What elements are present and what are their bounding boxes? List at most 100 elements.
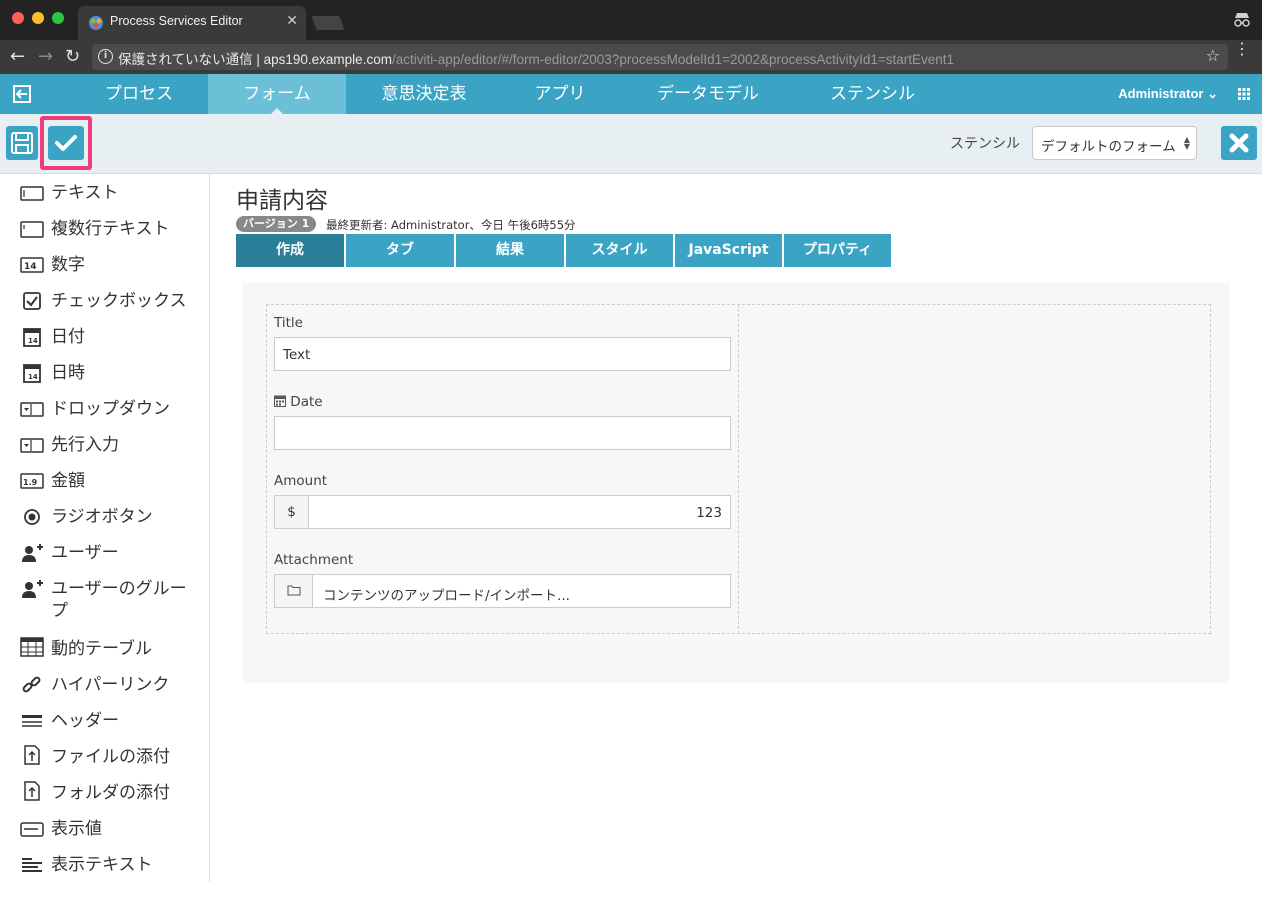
save-and-close-highlight bbox=[40, 116, 92, 170]
palette-item-dynamic-table[interactable]: 動的テーブル bbox=[0, 636, 208, 662]
url-input[interactable]: i 保護されていない通信 | aps190.example.com/activi… bbox=[92, 44, 1228, 70]
amount-value: 123 bbox=[696, 505, 722, 521]
palette-item-user[interactable]: ユーザー bbox=[0, 540, 208, 566]
palette-item-amount[interactable]: 1.9 金額 bbox=[0, 468, 208, 494]
svg-text:14: 14 bbox=[28, 337, 38, 345]
field-palette: テキスト 複数行テキスト 14 数字 チェックボックス 14 日付 14 日時 … bbox=[0, 174, 210, 882]
save-and-close-button[interactable] bbox=[48, 126, 84, 160]
app-nav: プロセス フォーム 意思決定表 アプリ データモデル ステンシル Adminis… bbox=[0, 74, 1262, 115]
amount-field[interactable]: $ 123 bbox=[274, 495, 731, 529]
close-editor-button[interactable] bbox=[1221, 126, 1257, 160]
palette-item-label: 動的テーブル bbox=[51, 639, 152, 659]
last-updated-text: 最終更新者: Administrator、今日 午後6時55分 bbox=[326, 218, 576, 232]
forward-arrow-icon[interactable]: → bbox=[38, 46, 53, 68]
palette-item-group[interactable]: ユーザーのグループ bbox=[0, 576, 208, 622]
nav-data-model[interactable]: データモデル bbox=[640, 74, 776, 114]
date-field[interactable] bbox=[274, 416, 731, 450]
text-field-icon bbox=[20, 186, 44, 201]
palette-item-file-attach[interactable]: ファイルの添付 bbox=[0, 744, 208, 770]
palette-item-dropdown[interactable]: ドロップダウン bbox=[0, 396, 208, 422]
nav-decision-table[interactable]: 意思決定表 bbox=[350, 74, 498, 114]
reload-icon[interactable]: ↻ bbox=[65, 46, 80, 68]
display-text-icon bbox=[22, 858, 42, 872]
header-icon bbox=[22, 715, 42, 727]
svg-text:1.9: 1.9 bbox=[23, 478, 38, 487]
save-button[interactable] bbox=[6, 126, 38, 160]
stencil-label: ステンシル bbox=[950, 136, 1020, 152]
save-icon bbox=[11, 132, 33, 154]
tab-tabs[interactable]: タブ bbox=[346, 234, 454, 267]
display-value-icon bbox=[20, 822, 44, 837]
palette-item-display-text[interactable]: 表示テキスト bbox=[0, 852, 208, 878]
svg-text:14: 14 bbox=[24, 262, 37, 272]
new-tab-button[interactable] bbox=[311, 16, 345, 30]
nav-process[interactable]: プロセス bbox=[70, 74, 208, 114]
incognito-icon bbox=[1234, 13, 1250, 27]
date-field-label: Date bbox=[274, 394, 323, 410]
apps-grid-icon[interactable] bbox=[1238, 88, 1250, 100]
minimize-window-button[interactable] bbox=[32, 12, 44, 24]
palette-item-radio[interactable]: ラジオボタン bbox=[0, 504, 208, 530]
palette-item-text[interactable]: テキスト bbox=[0, 180, 208, 206]
stencil-selected-value: デフォルトのフォーム bbox=[1041, 139, 1176, 155]
browser-tab[interactable]: Process Services Editor ✕ bbox=[78, 6, 306, 40]
editor-toolbar: ステンシル デフォルトのフォーム ▲ ▼ bbox=[0, 114, 1262, 174]
user-menu[interactable]: Administrator ⌄ bbox=[1118, 86, 1218, 102]
table-icon bbox=[20, 637, 44, 657]
palette-item-multiline[interactable]: 複数行テキスト bbox=[0, 216, 208, 242]
form-title: 申請内容 bbox=[236, 188, 328, 214]
palette-item-header[interactable]: ヘッダー bbox=[0, 708, 208, 734]
palette-item-label: 数字 bbox=[51, 255, 85, 275]
exit-editor-icon[interactable] bbox=[12, 84, 32, 104]
stencil-select[interactable]: デフォルトのフォーム ▲ ▼ bbox=[1032, 126, 1197, 160]
url-path: /activiti-app/editor/#/form-editor/2003?… bbox=[391, 52, 955, 67]
tab-design[interactable]: 作成 bbox=[236, 234, 344, 267]
attachment-field[interactable]: コンテンツのアップロード/インポート... bbox=[274, 574, 731, 608]
palette-item-label: 金額 bbox=[51, 471, 85, 491]
palette-item-folder-attach[interactable]: フォルダの添付 bbox=[0, 780, 208, 806]
nav-app[interactable]: アプリ bbox=[505, 74, 615, 114]
close-window-button[interactable] bbox=[12, 12, 24, 24]
dropdown-icon bbox=[20, 402, 44, 417]
palette-item-label: 複数行テキスト bbox=[51, 219, 170, 239]
nav-form[interactable]: フォーム bbox=[208, 74, 346, 115]
palette-item-hyperlink[interactable]: ハイパーリンク bbox=[0, 672, 208, 698]
back-arrow-icon[interactable]: ← bbox=[10, 46, 25, 68]
title-field[interactable]: Text bbox=[274, 337, 731, 371]
tab-properties[interactable]: プロパティ bbox=[784, 234, 891, 267]
attachment-upload-text: コンテンツのアップロード/インポート... bbox=[323, 588, 570, 604]
amount-field-label: Amount bbox=[274, 473, 328, 489]
address-bar: ← → ↻ i 保護されていない通信 | aps190.example.com/… bbox=[0, 40, 1262, 74]
palette-item-label: ファイルの添付 bbox=[51, 747, 170, 767]
info-icon[interactable]: i bbox=[98, 49, 113, 64]
security-label: 保護されていない通信 bbox=[118, 52, 253, 67]
nav-stencil[interactable]: ステンシル bbox=[805, 74, 940, 114]
palette-item-label: 日付 bbox=[51, 327, 85, 347]
maximize-window-button[interactable] bbox=[52, 12, 64, 24]
palette-item-typeahead[interactable]: 先行入力 bbox=[0, 432, 208, 458]
tab-javascript[interactable]: JavaScript bbox=[675, 234, 782, 267]
svg-text:14: 14 bbox=[28, 373, 38, 381]
version-badge: バージョン 1 bbox=[236, 216, 317, 232]
palette-item-label: ドロップダウン bbox=[51, 399, 170, 419]
tab-style[interactable]: スタイル bbox=[566, 234, 673, 267]
bookmark-star-icon[interactable]: ☆ bbox=[1206, 46, 1220, 65]
palette-item-number[interactable]: 14 数字 bbox=[0, 252, 208, 278]
browser-tab-bar: Process Services Editor ✕ bbox=[0, 0, 1262, 40]
palette-item-checkbox[interactable]: チェックボックス bbox=[0, 288, 208, 314]
palette-item-label: フォルダの添付 bbox=[51, 783, 170, 803]
folder-addon[interactable] bbox=[275, 575, 313, 607]
user-add-icon bbox=[22, 544, 43, 562]
palette-item-label: チェックボックス bbox=[51, 291, 187, 311]
amount-icon: 1.9 bbox=[20, 473, 44, 489]
palette-item-date[interactable]: 14 日付 bbox=[0, 324, 208, 350]
tab-outcomes[interactable]: 結果 bbox=[456, 234, 564, 267]
multiline-text-icon bbox=[20, 221, 44, 238]
browser-menu-icon[interactable]: ⋮ bbox=[1234, 41, 1250, 57]
tab-close-icon[interactable]: ✕ bbox=[286, 13, 298, 29]
palette-item-display-value[interactable]: 表示値 bbox=[0, 816, 208, 842]
palette-item-datetime[interactable]: 14 日時 bbox=[0, 360, 208, 386]
palette-item-label: 先行入力 bbox=[51, 435, 119, 455]
date-label-text: Date bbox=[290, 394, 323, 410]
close-icon bbox=[1229, 133, 1249, 153]
